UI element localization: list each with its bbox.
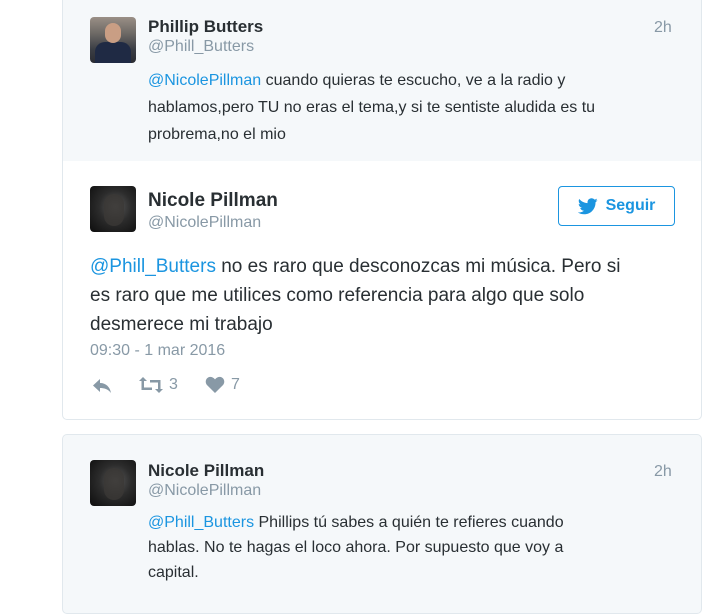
follow-button[interactable]: Seguir [558,186,675,226]
author-name[interactable]: Nicole Pillman [148,190,278,212]
mention-link[interactable]: @Phill_Butters [148,514,254,531]
ancestor-tweet[interactable]: Phillip Butters @Phill_Butters 2h @Nicol… [63,0,701,161]
tweet-text-segment: cuando quieras te escucho, ve a la radio… [261,72,566,89]
avatar-suit [95,42,131,63]
avatar-figure [104,194,124,226]
mention-link[interactable]: @Phill_Butters [90,256,216,277]
heart-icon [205,376,225,393]
conversation-card: Phillip Butters @Phill_Butters 2h @Nicol… [62,0,702,420]
avatar-face [105,23,121,43]
tweet-actions: 3 7 [90,376,290,398]
author-name[interactable]: Nicole Pillman [148,461,264,481]
tweet-text-line: hablamos,pero TU no eras el tema,y si te… [148,99,596,116]
retweet-count: 3 [169,376,178,393]
tweet-timestamp[interactable]: 09:30 - 1 mar 2016 [90,342,225,360]
tweet-text-line: es raro que me utilices como referencia … [90,285,585,306]
retweet-action[interactable]: 3 [138,376,178,394]
tweet-text-line: @Phill_Butters Phillips tú sabes a quién… [148,510,564,535]
like-action[interactable]: 7 [205,376,240,394]
author-handle[interactable]: @NicolePillman [148,214,261,232]
author-handle[interactable]: @Phill_Butters [148,38,254,56]
tweet-time[interactable]: 2h [654,463,672,481]
retweet-icon [139,377,163,393]
tweet-text: @NicolePillman cuando quieras te escucho… [148,67,595,148]
reply-action[interactable] [92,378,112,394]
tweet-text-line: hablas. No te hagas el loco ahora. Por s… [148,539,564,556]
like-count: 7 [231,376,240,393]
mention-link[interactable]: @NicolePillman [148,72,261,89]
tweet-time[interactable]: 2h [654,19,672,37]
tweet-text-segment: Phillips tú sabes a quién te refieres cu… [254,514,564,531]
reply-tweet[interactable]: Nicole Pillman @NicolePillman 2h @Phill_… [62,434,702,614]
follow-label: Seguir [605,197,656,214]
tweet-text: @Phill_Butters no es raro que desconozca… [90,252,620,339]
avatar[interactable] [90,186,136,232]
avatar-figure [104,468,124,500]
author-handle[interactable]: @NicolePillman [148,482,261,500]
avatar[interactable] [90,17,136,63]
author-name[interactable]: Phillip Butters [148,17,263,37]
tweet-text-line: @NicolePillman cuando quieras te escucho… [148,67,595,94]
avatar[interactable] [90,460,136,506]
tweet-text: @Phill_Butters Phillips tú sabes a quién… [148,510,564,585]
tweet-text-segment: no es raro que desconozcas mi música. Pe… [215,256,621,277]
tweet-text-line: capital. [148,564,199,581]
tweet-text-line: probrema,no el mio [148,126,286,143]
reply-arrow-icon [93,379,111,393]
tweet-text-line: @Phill_Butters no es raro que desconozca… [90,252,620,281]
tweet-text-line: desmerece mi trabajo [90,314,273,335]
twitter-bird-icon [577,197,598,214]
